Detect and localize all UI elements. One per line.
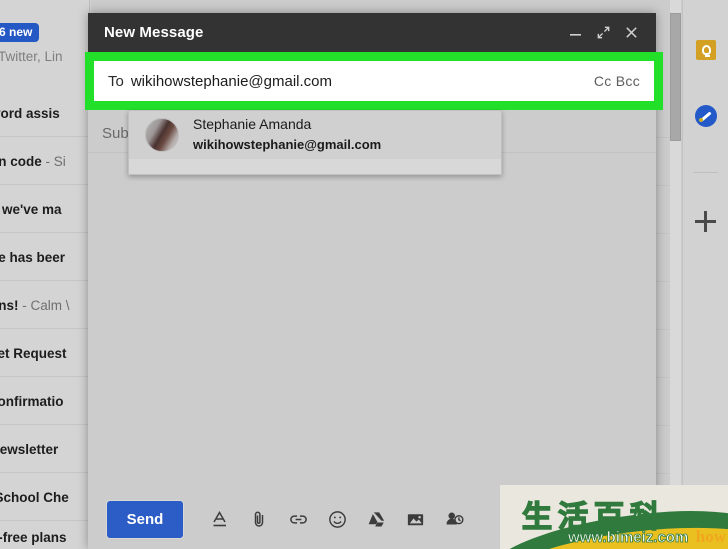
minimize-icon[interactable] — [561, 19, 589, 47]
list-item[interactable]: confirmatio — [0, 378, 90, 425]
to-field-highlight: To wikihowstephanie@gmail.com Cc Bcc — [85, 52, 663, 110]
email-snippet: confirmatio — [0, 393, 64, 409]
email-snippet: ne has beer — [0, 249, 66, 265]
compose-body-area[interactable] — [88, 153, 656, 489]
to-field[interactable]: To wikihowstephanie@gmail.com Cc Bcc — [94, 61, 654, 101]
send-button[interactable]: Send — [107, 500, 183, 538]
list-item[interactable]: d-free plans — [0, 514, 90, 549]
list-item[interactable]: Newsletter — [0, 426, 90, 473]
attach-file-icon[interactable] — [246, 506, 272, 532]
watermark: 生活百科 www.bimeiz.com how — [500, 485, 728, 549]
watermark-url: www.bimeiz.com — [568, 529, 689, 547]
unread-badge-row: 6 new — [0, 21, 40, 43]
format-text-icon[interactable] — [207, 506, 233, 532]
list-item[interactable]: ne has beer — [0, 234, 90, 281]
autocomplete-option[interactable]: Stephanie Amanda wikihowstephanie@gmail.… — [129, 111, 501, 159]
contact-email: wikihowstephanie@gmail.com — [193, 137, 382, 152]
email-snippet: -School Che — [0, 489, 69, 505]
compose-window-title: New Message — [104, 24, 204, 41]
subject-label[interactable]: Sub — [102, 125, 129, 142]
contact-name: Stephanie Amanda — [193, 116, 312, 132]
list-item[interactable]: r, we've ma — [0, 186, 90, 233]
email-snippet-suffix: - Calm \ — [18, 297, 70, 313]
pencil-tip-dot — [699, 118, 703, 122]
list-item[interactable]: set Request — [0, 330, 90, 377]
email-snippet: Newsletter — [0, 441, 59, 457]
insert-photo-icon[interactable] — [402, 506, 428, 532]
unread-count-badge: 6 new — [0, 22, 40, 42]
avatar — [145, 118, 179, 152]
cc-bcc-toggle[interactable]: Cc Bcc — [594, 73, 640, 89]
email-snippet: set Request — [0, 345, 67, 361]
compose-title-bar: New Message — [88, 13, 656, 52]
inbox-scrollbar-thumb[interactable] — [670, 13, 681, 141]
insert-drive-icon[interactable] — [363, 506, 389, 532]
recipient-autocomplete-dropdown: Stephanie Amanda wikihowstephanie@gmail.… — [128, 110, 502, 175]
list-item[interactable]: -in code - Si — [0, 138, 90, 185]
email-snippet: word assis — [0, 105, 60, 121]
email-snippet: r, we've ma — [0, 201, 62, 217]
bulb-shape — [701, 45, 711, 57]
insert-emoji-icon[interactable] — [324, 506, 350, 532]
side-panel-divider — [693, 172, 718, 173]
to-input[interactable]: wikihowstephanie@gmail.com — [131, 73, 594, 90]
confidential-mode-icon[interactable] — [441, 506, 467, 532]
email-list: 6 new Twitter, Lin word assis -in code -… — [0, 0, 90, 549]
tasks-pencil-icon[interactable] — [695, 105, 717, 127]
expand-icon[interactable] — [589, 19, 617, 47]
email-snippet: ons! — [0, 297, 19, 313]
watermark-brand: how — [695, 527, 726, 546]
email-snippet: -in code — [0, 153, 42, 169]
autocomplete-option-text: Stephanie Amanda wikihowstephanie@gmail.… — [193, 115, 381, 155]
close-icon[interactable] — [617, 19, 645, 47]
list-item[interactable]: ons! - Calm \ — [0, 282, 90, 329]
list-item[interactable]: word assis — [0, 90, 90, 137]
keep-lightbulb-icon[interactable] — [696, 40, 716, 60]
add-plus-icon[interactable] — [695, 211, 716, 232]
inbox-subheading: Twitter, Lin — [0, 49, 63, 64]
email-snippet-suffix: - Si — [41, 153, 66, 169]
email-snippet: d-free plans — [0, 530, 67, 545]
screen-root: 6 new Twitter, Lin word assis -in code -… — [0, 0, 728, 549]
right-side-panel — [682, 0, 728, 549]
insert-link-icon[interactable] — [285, 506, 311, 532]
to-label: To — [108, 72, 124, 90]
compose-tool-icons — [207, 506, 467, 532]
